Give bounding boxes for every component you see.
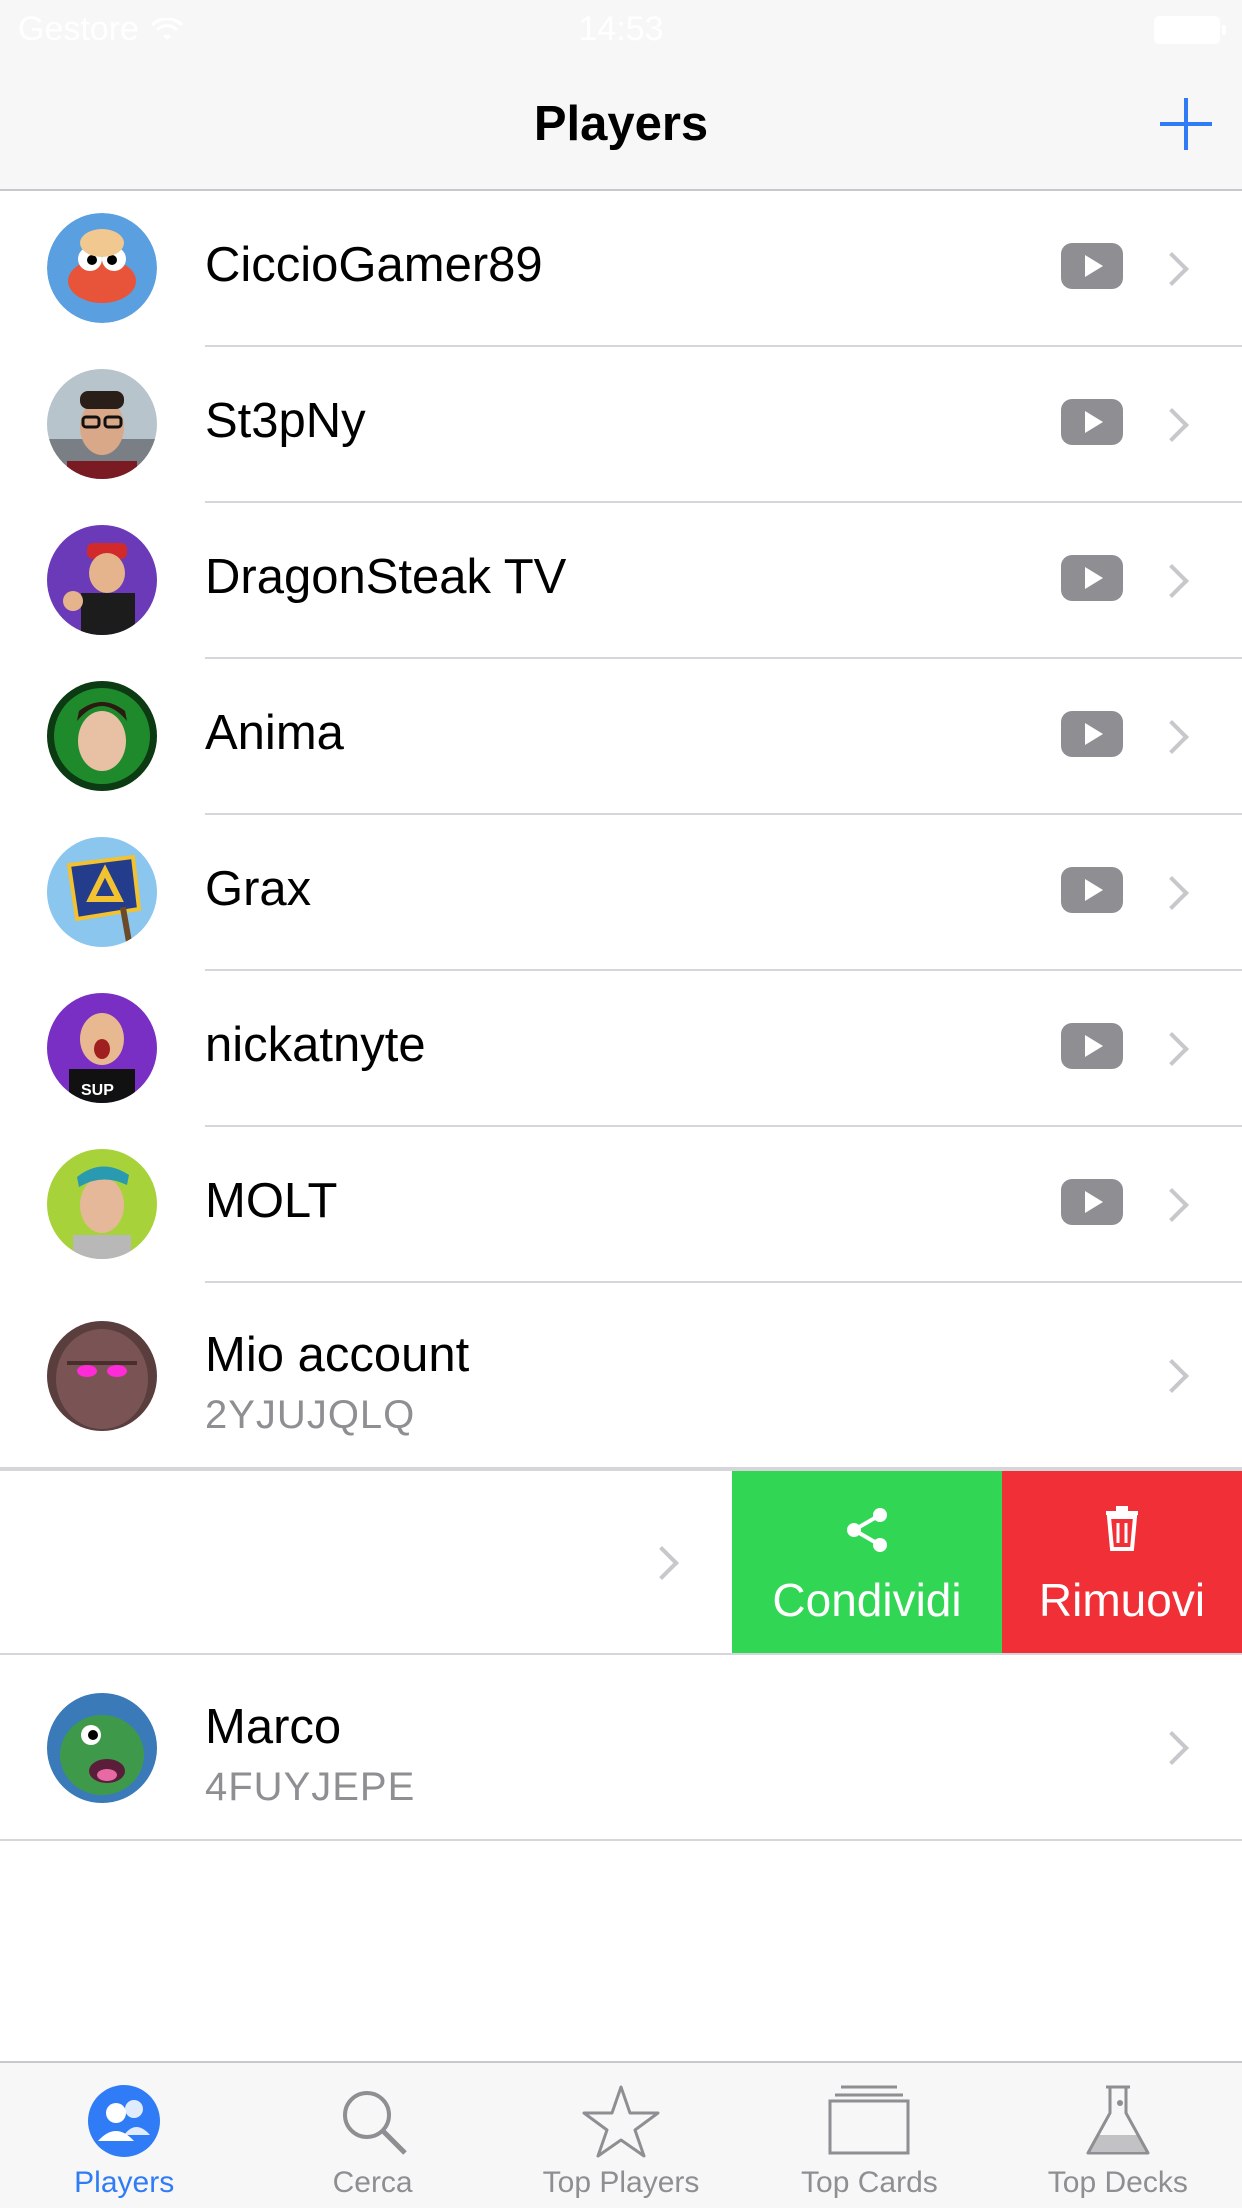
avatar — [47, 525, 157, 635]
avatar — [47, 369, 157, 479]
tab-top-players[interactable]: Top Players — [497, 2063, 745, 2208]
chevron-right-icon — [645, 1546, 679, 1580]
clock: 14:53 — [578, 10, 664, 48]
player-name: MOLT — [205, 1174, 338, 1228]
share-icon — [732, 1505, 1002, 1555]
share-label: Condividi — [772, 1574, 962, 1626]
youtube-icon[interactable] — [1061, 555, 1123, 601]
youtube-icon[interactable] — [1061, 399, 1123, 445]
trash-icon — [1002, 1505, 1242, 1551]
remove-label: Rimuovi — [1038, 1574, 1206, 1626]
tab-bar: Players Cerca Top Players Top Cards Top … — [0, 2061, 1242, 2208]
avatar — [47, 1693, 157, 1803]
cards-icon — [745, 2083, 993, 2163]
chevron-right-icon — [1155, 408, 1189, 442]
tab-players[interactable]: Players — [0, 2063, 248, 2208]
avatar — [47, 681, 157, 791]
remove-button[interactable]: Rimuovi — [1002, 1471, 1242, 1655]
svg-text:SUP: SUP — [81, 1082, 114, 1099]
navigation-bar: Players — [0, 60, 1242, 191]
swiped-player-row[interactable]: Condividi Rimuovi — [0, 1469, 1242, 1655]
add-player-button[interactable] — [1160, 98, 1212, 150]
flask-icon — [994, 2083, 1242, 2163]
player-row[interactable]: St3pNy — [0, 347, 1242, 503]
tab-top-cards[interactable]: Top Cards — [745, 2063, 993, 2208]
chevron-right-icon — [1155, 252, 1189, 286]
player-name: Grax — [205, 862, 312, 916]
search-icon — [248, 2083, 496, 2163]
tab-label: Top Players — [542, 2166, 700, 2199]
chevron-right-icon — [1155, 1731, 1189, 1765]
battery-icon — [1154, 16, 1226, 44]
star-icon — [497, 2083, 745, 2163]
player-name: CiccioGamer89 — [205, 238, 543, 292]
tab-label: Top Cards — [801, 2166, 938, 2199]
player-row[interactable]: MOLT — [0, 1127, 1242, 1283]
avatar — [47, 1149, 157, 1259]
tab-top-decks[interactable]: Top Decks — [994, 2063, 1242, 2208]
players-icon — [0, 2083, 248, 2163]
tab-search[interactable]: Cerca — [248, 2063, 496, 2208]
tab-label: Players — [74, 2166, 175, 2199]
player-row[interactable]: Mio account 2YJUJQLQ — [0, 1283, 1242, 1469]
share-button[interactable]: Condividi — [732, 1471, 1002, 1655]
player-row[interactable]: SUP nickatnyte — [0, 971, 1242, 1127]
player-list: CiccioGamer89 St3pNy DragonSteak TV Anim… — [0, 191, 1242, 1841]
player-tag: 2YJUJQLQ — [205, 1393, 416, 1437]
chevron-right-icon — [1155, 1359, 1189, 1393]
status-bar: Gestore 14:53 — [0, 0, 1242, 60]
chevron-right-icon — [1155, 1188, 1189, 1222]
youtube-icon[interactable] — [1061, 867, 1123, 913]
chevron-right-icon — [1155, 564, 1189, 598]
chevron-right-icon — [1155, 720, 1189, 754]
page-title: Players — [533, 97, 709, 151]
avatar: SUP — [47, 993, 157, 1103]
youtube-icon[interactable] — [1061, 1179, 1123, 1225]
youtube-icon[interactable] — [1061, 1023, 1123, 1069]
chevron-right-icon — [1155, 876, 1189, 910]
tab-label: Cerca — [332, 2166, 413, 2199]
avatar — [47, 213, 157, 323]
chevron-right-icon — [1155, 1032, 1189, 1066]
player-row[interactable]: Anima — [0, 659, 1242, 815]
youtube-icon[interactable] — [1061, 711, 1123, 757]
tab-label: Top Decks — [1047, 2166, 1188, 2199]
player-row[interactable]: DragonSteak TV — [0, 503, 1242, 659]
player-name: DragonSteak TV — [205, 550, 567, 604]
player-row[interactable]: CiccioGamer89 — [0, 191, 1242, 347]
player-row[interactable]: Marco 4FUYJEPE — [0, 1655, 1242, 1841]
player-name: Marco — [205, 1700, 342, 1754]
player-name: Anima — [205, 706, 344, 760]
player-name: St3pNy — [205, 394, 366, 448]
avatar — [47, 837, 157, 947]
player-name: nickatnyte — [205, 1018, 426, 1072]
youtube-icon[interactable] — [1061, 243, 1123, 289]
avatar — [47, 1321, 157, 1431]
player-row[interactable]: Grax — [0, 815, 1242, 971]
player-tag: 4FUYJEPE — [205, 1765, 416, 1809]
player-name: Mio account — [205, 1328, 470, 1382]
